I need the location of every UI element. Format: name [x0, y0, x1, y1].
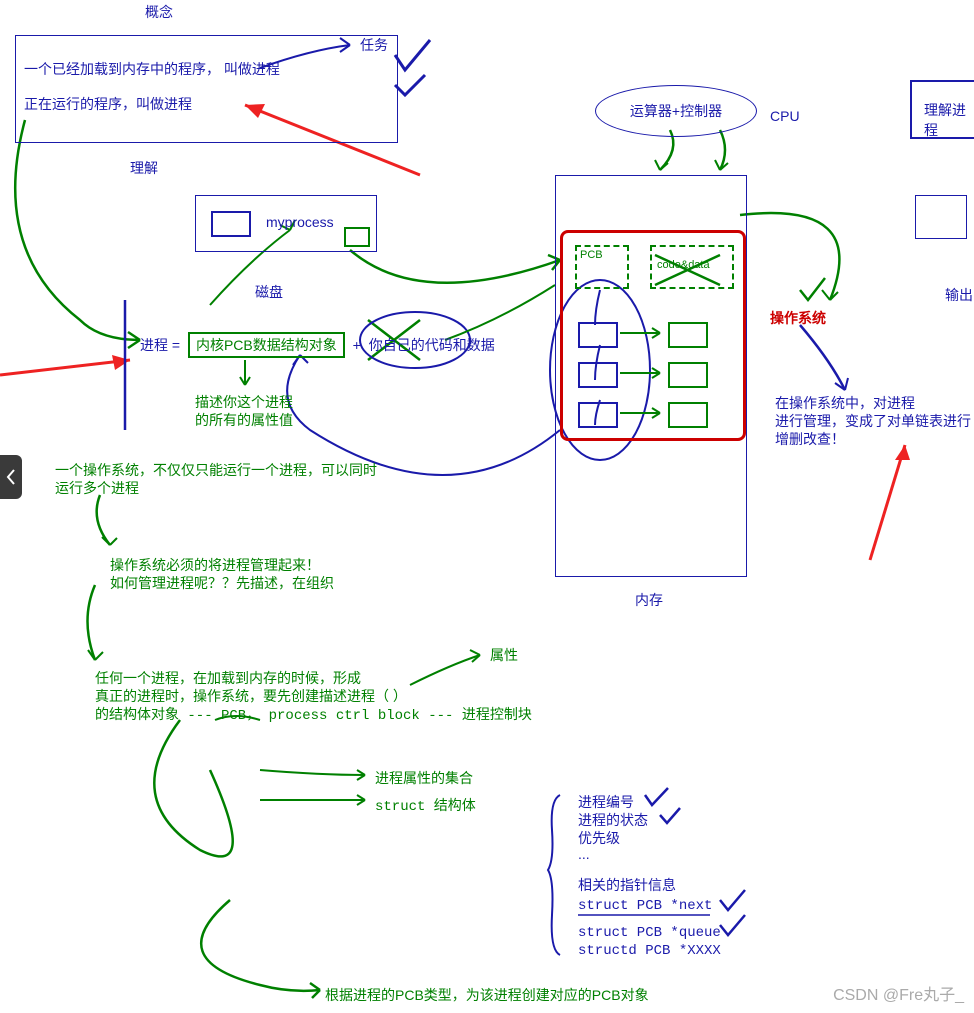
- pcb-node-1: [578, 322, 618, 348]
- code-node-1: [668, 322, 708, 348]
- memory-label: 内存: [635, 590, 663, 610]
- concept-box: 一个已经加载到内存中的程序， 叫做进程 正在运行的程序，叫做进程: [15, 35, 398, 143]
- pcb-dashed-box: PCB: [575, 245, 629, 289]
- file-icon: [211, 211, 251, 237]
- osmanage-l2: 如何管理进程呢？？先描述，在组织: [110, 573, 334, 593]
- os-label: 操作系统: [770, 308, 826, 328]
- process-eq-prefix: 进程 =: [140, 337, 180, 353]
- struct-m7: struct PCB *queue: [578, 925, 721, 941]
- myprocess-box: myprocess: [195, 195, 377, 252]
- concept-line1: 一个已经加载到内存中的程序， 叫做进程: [24, 59, 389, 79]
- os-mgmt-l1: 在操作系统中，对进程: [775, 393, 915, 413]
- struct-m1: 进程编号: [578, 792, 634, 812]
- understand-proc-box: 理解进程: [910, 80, 974, 139]
- pcb-node-3: [578, 402, 618, 428]
- osmanage-l1: 操作系统必须的将进程管理起来！: [110, 555, 320, 575]
- disk-label: 磁盘: [255, 282, 283, 302]
- pcb-obj-box: 内核PCB数据结构对象: [188, 332, 345, 358]
- output-label: 输出: [945, 285, 973, 305]
- concept-line2: 正在运行的程序，叫做进程: [24, 94, 389, 114]
- process-eq-row: 进程 = 内核PCB数据结构对象 + 你自己的代码和数据: [140, 335, 495, 355]
- pcb-small-label: PCB: [580, 249, 603, 261]
- os-mgmt-l3: 增删改查！: [775, 429, 845, 449]
- pcb-node-2: [578, 362, 618, 388]
- chevron-left-icon: [6, 469, 16, 485]
- plus-sign: +: [353, 337, 361, 353]
- struct-m5: 相关的指针信息: [578, 875, 676, 895]
- struct-label: struct 结构体: [375, 795, 476, 815]
- green-marker-icon: [344, 227, 370, 247]
- code-data-text: 你自己的代码和数据: [369, 337, 495, 353]
- attribute-label: 属性: [490, 645, 518, 665]
- multiproc-l1: 一个操作系统，不仅仅只能运行一个进程，可以同时: [55, 460, 377, 480]
- struct-m8: structd PCB *XXXX: [578, 943, 721, 959]
- attr-set-label: 进程属性的集合: [375, 768, 473, 788]
- cpu-label: CPU: [770, 108, 800, 124]
- desc-l2: 的所有的属性值: [195, 410, 293, 430]
- multiproc-l2: 运行多个进程: [55, 478, 139, 498]
- code-node-2: [668, 362, 708, 388]
- myprocess-label: myprocess: [266, 214, 334, 230]
- cpu-oval: 运算器+控制器: [595, 85, 757, 137]
- codedata-dashed-box: code&data: [650, 245, 734, 289]
- pcb-type-create: 根据进程的PCB类型，为该进程创建对应的PCB对象: [325, 985, 649, 1005]
- struct-m2: 进程的状态: [578, 810, 648, 830]
- code-node-3: [668, 402, 708, 428]
- pcbcreate-l2: 真正的进程时，操作系统，要先创建描述进程（ ）: [95, 686, 407, 706]
- right-small-box: [915, 195, 967, 239]
- side-tab-handle[interactable]: [0, 455, 22, 499]
- concept-label: 概念: [145, 2, 173, 22]
- codedata-small-label: code&data: [657, 259, 710, 271]
- desc-l1: 描述你这个进程: [195, 392, 293, 412]
- struct-m3: 优先级: [578, 828, 620, 848]
- pcbcreate-l1: 任何一个进程，在加载到内存的时候，形成: [95, 668, 361, 688]
- struct-m6: struct PCB *next: [578, 898, 712, 914]
- watermark: CSDN @Fre丸子_: [833, 981, 964, 1005]
- understand-proc-label: 理解进程: [924, 100, 974, 140]
- pcbcreate-l3: 的结构体对象 --- PCB， process ctrl block --- 进…: [95, 704, 532, 724]
- os-mgmt-l2: 进行管理，变成了对单链表进行: [775, 411, 971, 431]
- alu-ctrl-label: 运算器+控制器: [630, 103, 722, 119]
- struct-m4: ...: [578, 846, 590, 862]
- understand-label: 理解: [130, 158, 158, 178]
